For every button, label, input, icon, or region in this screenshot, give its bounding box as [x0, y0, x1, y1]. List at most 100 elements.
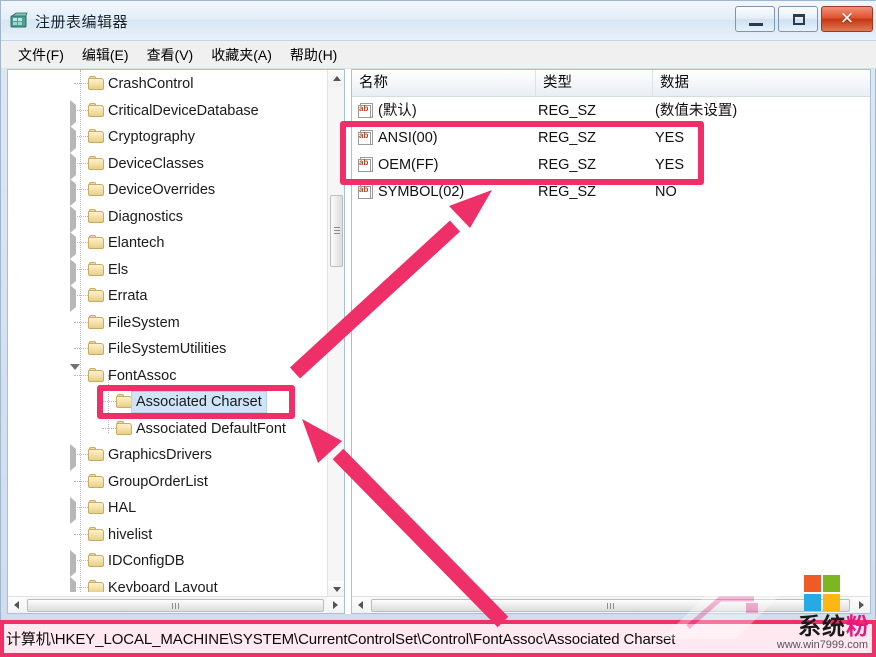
- tree-item[interactable]: Associated DefaultFont: [8, 415, 328, 442]
- tree-item-label: FileSystem: [108, 314, 180, 331]
- tree-item[interactable]: HAL: [8, 494, 328, 524]
- tree-expander-expand-icon[interactable]: [70, 550, 80, 577]
- tree-item[interactable]: DeviceClasses: [8, 150, 328, 180]
- triangle-icon: [70, 576, 76, 592]
- tree-item[interactable]: Elantech: [8, 229, 328, 259]
- registry-tree-pane[interactable]: CrashControl CriticalDeviceDatabase Crypto…: [7, 69, 345, 614]
- folder-body: [88, 78, 104, 90]
- folder-icon: [88, 447, 105, 461]
- tree-item[interactable]: CriticalDeviceDatabase: [8, 97, 328, 127]
- registry-tree[interactable]: CrashControl CriticalDeviceDatabase Crypto…: [8, 70, 328, 592]
- folder-icon: [88, 182, 105, 196]
- folder-body: [116, 396, 132, 408]
- folder-icon: [88, 261, 105, 276]
- close-button[interactable]: ✕: [821, 6, 873, 32]
- tree-item-label: Cryptography: [108, 129, 196, 145]
- list-row[interactable]: ab ANSI(00) REG_SZ YES: [352, 125, 870, 152]
- tree-item-label: FontAssoc: [108, 367, 177, 384]
- tree-item[interactable]: IDConfigDB: [8, 547, 328, 577]
- list-row[interactable]: ab (默认) REG_SZ (数值未设置): [352, 98, 870, 125]
- list-row[interactable]: ab OEM(FF) REG_SZ YES: [352, 152, 870, 179]
- tree-item[interactable]: Cryptography: [8, 123, 328, 153]
- tree-item-label: CriticalDeviceDatabase: [108, 102, 259, 119]
- cell-value-name: ANSI(00): [378, 130, 438, 146]
- tree-expander-expand-icon[interactable]: [70, 179, 80, 206]
- folder-body: [88, 290, 104, 302]
- menu-help[interactable]: 帮助(H): [281, 42, 346, 68]
- tree-vscroll-thumb[interactable]: [330, 195, 343, 267]
- cell-value-data: YES: [655, 157, 685, 173]
- list-scroll-right-button[interactable]: [853, 597, 870, 613]
- tree-item[interactable]: GroupOrderList: [8, 468, 328, 495]
- column-header-data[interactable]: 数据: [653, 70, 870, 96]
- regedit-icon: [10, 12, 28, 28]
- tree-item[interactable]: CrashControl: [8, 70, 328, 97]
- tree-item[interactable]: FontAssoc: [8, 362, 328, 389]
- menu-favorites[interactable]: 收藏夹(A): [202, 42, 281, 68]
- tree-item[interactable]: FileSystem: [8, 309, 328, 336]
- window-frame: 注册表编辑器 ✕ 文件(F) 编辑(E) 查看(V) 收藏夹(A) 帮助(H): [0, 0, 876, 657]
- column-header-name[interactable]: 名称: [352, 70, 536, 96]
- close-icon: ✕: [839, 9, 855, 28]
- folder-body: [88, 263, 104, 276]
- tree-expander-collapse-icon[interactable]: [70, 363, 80, 387]
- tree-item[interactable]: Associated Charset: [8, 388, 328, 415]
- tree-expander-expand-icon[interactable]: [70, 497, 80, 524]
- tree-expander-expand-icon[interactable]: [70, 444, 80, 471]
- folder-body: [88, 528, 104, 541]
- list-hscroll-thumb[interactable]: [371, 599, 850, 612]
- column-header-type[interactable]: 类型: [536, 70, 653, 96]
- folder-icon: [88, 367, 105, 382]
- tree-scroll-left-button[interactable]: [8, 597, 25, 613]
- folder-body: [88, 369, 104, 382]
- cell-value-type: REG_SZ: [538, 157, 597, 173]
- tree-item[interactable]: Diagnostics: [8, 203, 328, 233]
- list-scroll-left-button[interactable]: [352, 597, 369, 613]
- tree-expander-expand-icon[interactable]: [70, 285, 80, 312]
- tree-expander-expand-icon[interactable]: [70, 126, 80, 153]
- folder-icon: [88, 155, 105, 170]
- tree-expander-expand-icon[interactable]: [70, 205, 80, 233]
- tree-horizontal-scrollbar[interactable]: [8, 596, 344, 613]
- folder-icon: [88, 579, 105, 592]
- tree-item[interactable]: GraphicsDrivers: [8, 441, 328, 471]
- folder-icon: [88, 341, 105, 355]
- tree-item-label: hivelist: [108, 526, 153, 543]
- menu-view[interactable]: 查看(V): [138, 42, 203, 68]
- tree-expander-expand-icon[interactable]: [70, 99, 80, 127]
- tree-scroll-up-button[interactable]: [328, 70, 344, 87]
- list-horizontal-scrollbar[interactable]: [352, 596, 870, 613]
- tree-item[interactable]: hivelist: [8, 521, 328, 548]
- menu-edit[interactable]: 编辑(E): [73, 42, 138, 68]
- folder-icon: [116, 420, 133, 435]
- tree-item-label: DeviceOverrides: [108, 182, 216, 198]
- minimize-icon: [749, 23, 763, 26]
- regedit-window-screenshot: 注册表编辑器 ✕ 文件(F) 编辑(E) 查看(V) 收藏夹(A) 帮助(H): [0, 0, 876, 657]
- tree-expander-expand-icon[interactable]: [70, 152, 80, 180]
- tree-scroll-right-button[interactable]: [327, 597, 344, 613]
- tree-vertical-scrollbar[interactable]: [327, 70, 344, 598]
- tree-item[interactable]: FileSystemUtilities: [8, 335, 328, 362]
- tree-hscroll-thumb[interactable]: [27, 599, 324, 612]
- tree-connector-line: [74, 348, 88, 349]
- tree-expander-expand-icon[interactable]: [70, 576, 80, 592]
- list-row[interactable]: ab SYMBOL(02) REG_SZ NO: [352, 179, 870, 206]
- tree-expander-expand-icon[interactable]: [70, 232, 80, 259]
- tree-item-label-selected: Associated Charset: [131, 391, 267, 413]
- tree-item[interactable]: Keyboard Layout: [8, 574, 328, 592]
- tree-item-label: DeviceClasses: [108, 155, 204, 172]
- tree-item[interactable]: DeviceOverrides: [8, 176, 328, 206]
- folder-icon: [88, 129, 105, 143]
- maximize-button[interactable]: [778, 6, 818, 32]
- tree-item[interactable]: Errata: [8, 282, 328, 312]
- folder-body: [88, 343, 104, 355]
- folder-icon: [88, 76, 105, 90]
- folder-icon: [116, 394, 133, 408]
- registry-values-pane[interactable]: 名称 类型 数据 ab (默认) REG_SZ (数值未设置) ab ANSI(00) RE…: [351, 69, 871, 614]
- menu-file[interactable]: 文件(F): [9, 42, 73, 68]
- tree-expander-expand-icon[interactable]: [70, 258, 80, 286]
- tree-item[interactable]: Els: [8, 256, 328, 286]
- string-value-icon: ab: [358, 184, 375, 200]
- tree-item-label: HAL: [108, 500, 137, 516]
- minimize-button[interactable]: [735, 6, 775, 32]
